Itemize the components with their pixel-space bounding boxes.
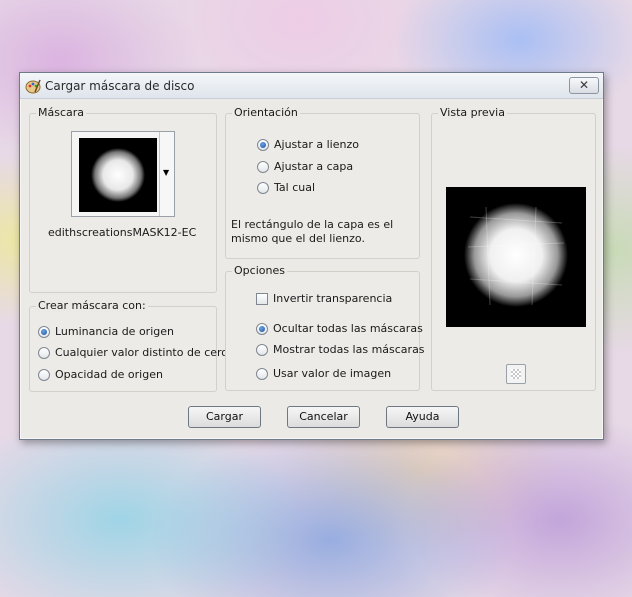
radio-label: Usar valor de imagen (273, 367, 392, 380)
mask-selector[interactable]: ▼ (71, 131, 175, 217)
radio-fit-canvas[interactable]: Ajustar a lienzo (257, 138, 359, 151)
preview-group: Vista previa (431, 106, 596, 391)
help-button[interactable]: Ayuda (386, 406, 459, 428)
mask-thumbnail (79, 138, 157, 212)
radio-button[interactable] (38, 368, 50, 381)
transparency-toggle-button[interactable] (506, 364, 526, 384)
radio-button[interactable] (256, 343, 268, 356)
radio-button[interactable] (256, 367, 268, 380)
radio-button[interactable] (257, 181, 269, 194)
orientation-group: Orientación Ajustar a lienzo Ajustar a c… (225, 106, 420, 259)
radio-button[interactable] (257, 138, 269, 151)
preview-group-title: Vista previa (438, 106, 507, 119)
title-bar: Cargar máscara de disco ✕ (20, 73, 603, 99)
load-mask-dialog: Cargar máscara de disco ✕ Máscara ▼ edit… (19, 72, 604, 440)
radio-as-is[interactable]: Tal cual (257, 181, 315, 194)
create-mask-group: Crear máscara con: Luminancia de origen … (29, 299, 228, 392)
mask-group-title: Máscara (36, 106, 87, 119)
radio-label: Ocultar todas las máscaras (273, 322, 423, 335)
mask-group: Máscara ▼ edithscreationsMASK12-EC (29, 106, 217, 293)
radio-any-nonzero[interactable]: Cualquier valor distinto de cero (38, 346, 228, 359)
orientation-note: El rectángulo de la capa es el mismo que… (231, 218, 394, 245)
preview-image (446, 187, 586, 327)
checkbox[interactable] (256, 292, 268, 305)
paint-palette-icon (25, 79, 41, 94)
options-group: Opciones Invertir transparencia Ocultar … (225, 264, 425, 391)
cancel-button[interactable]: Cancelar (287, 406, 360, 428)
radio-fit-layer[interactable]: Ajustar a capa (257, 160, 353, 173)
close-icon: ✕ (578, 78, 590, 92)
radio-source-opacity[interactable]: Opacidad de origen (38, 368, 163, 381)
radio-use-image-value[interactable]: Usar valor de imagen (256, 367, 391, 380)
create-mask-group-title: Crear máscara con: (36, 299, 148, 312)
chevron-down-icon: ▼ (163, 168, 170, 177)
options-group-title: Opciones (232, 264, 287, 277)
radio-label: Tal cual (274, 181, 316, 194)
radio-button[interactable] (257, 160, 269, 173)
orientation-group-title: Orientación (232, 106, 300, 119)
radio-label: Cualquier valor distinto de cero (55, 346, 229, 359)
radio-label: Mostrar todas las máscaras (273, 343, 425, 356)
load-button[interactable]: Cargar (188, 406, 261, 428)
invert-transparency-checkbox[interactable]: Invertir transparencia (256, 292, 392, 305)
close-button[interactable]: ✕ (569, 77, 599, 94)
dialog-title: Cargar máscara de disco (45, 79, 195, 93)
radio-label: Ajustar a capa (274, 160, 354, 173)
mask-dropdown-button[interactable]: ▼ (159, 132, 174, 216)
radio-button[interactable] (38, 325, 50, 338)
checkbox-label: Invertir transparencia (273, 292, 393, 305)
radio-button[interactable] (256, 322, 268, 335)
radio-label: Luminancia de origen (55, 325, 174, 338)
mask-name-label: edithscreationsMASK12-EC (48, 226, 197, 239)
radio-label: Opacidad de origen (55, 368, 163, 381)
radio-source-luminance[interactable]: Luminancia de origen (38, 325, 174, 338)
checkerboard-icon (511, 369, 521, 379)
radio-label: Ajustar a lienzo (274, 138, 359, 151)
radio-button[interactable] (38, 346, 50, 359)
radio-show-all-masks[interactable]: Mostrar todas las máscaras (256, 343, 425, 356)
radio-hide-all-masks[interactable]: Ocultar todas las máscaras (256, 322, 423, 335)
